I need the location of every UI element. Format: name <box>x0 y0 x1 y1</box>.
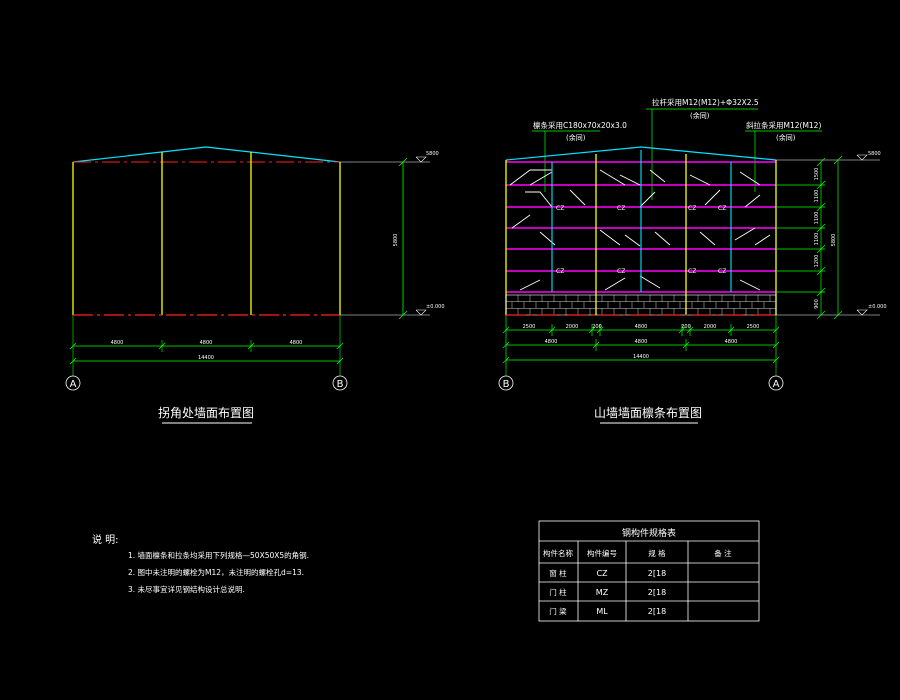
vdim-6: 900 <box>814 299 820 309</box>
vdim-1: 1500 <box>814 168 820 181</box>
left-total: 14400 <box>198 355 214 361</box>
left-elev-top-text: 5800 <box>426 151 439 157</box>
left-elev-bottom-text: ±0.000 <box>426 304 445 310</box>
top-dim-7: 2500 <box>747 324 760 330</box>
left-span-3: 4800 <box>290 340 303 346</box>
callout-1-text: 檩条采用C180x70x20x3.0 <box>533 120 627 130</box>
left-axis-right-text: B <box>337 379 344 390</box>
table-r2-c3: 2[18 <box>648 588 666 597</box>
vdim-2: 1100 <box>814 190 820 203</box>
table-r1-c2: CZ <box>596 569 608 578</box>
top-dim-2: 2000 <box>566 324 579 330</box>
table-title: 钢构件规格表 <box>622 527 676 539</box>
cz-label-1: CZ <box>556 205 564 212</box>
callout-2-text: 拉杆采用M12(M12)+Φ32X2.5 <box>652 97 759 107</box>
vdim-4: 1100 <box>814 233 820 246</box>
vdim-5: 1200 <box>814 255 820 268</box>
callout-3-text: 斜拉条采用M12(M12) <box>746 120 821 130</box>
top-dim-6: 2000 <box>704 324 717 330</box>
top-dim-3: 200 <box>592 324 602 330</box>
background <box>0 0 900 700</box>
callout-3-sub: (余同) <box>776 133 796 142</box>
table-r2-c2: MZ <box>596 588 609 597</box>
table-header-1: 构件名称 <box>543 548 573 558</box>
right-span-2: 4800 <box>635 339 648 345</box>
left-height-text: 5800 <box>393 234 399 247</box>
left-span-1: 4800 <box>111 340 124 346</box>
table-header-3: 规 格 <box>648 548 666 558</box>
right-axis-right-text: A <box>773 379 780 390</box>
vdim-3: 1100 <box>814 212 820 225</box>
cz-label-7: CZ <box>688 268 696 275</box>
left-span-2: 4800 <box>200 340 213 346</box>
table-r3-c3: 2[18 <box>648 607 666 616</box>
right-axis-left-text: B <box>503 379 510 390</box>
top-dim-5: 200 <box>681 324 691 330</box>
left-axis-left-text: A <box>70 379 77 390</box>
table-r3-c2: ML <box>596 607 608 616</box>
right-span-3: 4800 <box>725 339 738 345</box>
cz-label-6: CZ <box>617 268 625 275</box>
cad-drawing: 5800 5800 ±0.000 4800 4800 4800 14400 A … <box>0 0 900 700</box>
table-r1-c3: 2[18 <box>648 569 666 578</box>
top-dim-1: 2500 <box>523 324 536 330</box>
cz-label-5: CZ <box>556 268 564 275</box>
note-2: 2. 图中未注明的螺栓为M12，未注明的螺栓孔d=13. <box>128 567 304 577</box>
table-r3-c1: 门 梁 <box>549 607 567 616</box>
callout-1-sub: (余同) <box>566 133 586 142</box>
right-total: 14400 <box>633 354 649 360</box>
right-span-1: 4800 <box>545 339 558 345</box>
right-view-title: 山墙墙面檩条布置图 <box>594 405 702 420</box>
table-header-4: 备 注 <box>714 548 732 558</box>
cz-label-4: CZ <box>718 205 726 212</box>
cz-label-2: CZ <box>617 205 625 212</box>
table-header-2: 构件编号 <box>587 548 617 558</box>
cz-label-3: CZ <box>688 205 696 212</box>
left-view-title: 拐角处墙面布置图 <box>158 405 254 420</box>
notes-title: 说 明: <box>92 533 119 546</box>
note-1: 1. 墙面檩条和拉条均采用下列规格—50X50X5的角钢. <box>128 550 309 560</box>
right-elev-top-text: 5800 <box>868 151 881 157</box>
right-elev-bottom-text: ±0.000 <box>868 304 887 310</box>
cz-label-8: CZ <box>718 268 726 275</box>
top-dim-4: 4800 <box>635 324 648 330</box>
table-r2-c1: 门 柱 <box>549 587 567 597</box>
note-3: 3. 未尽事宜详见钢结构设计总说明. <box>128 584 245 594</box>
callout-2-sub: (余同) <box>690 111 710 120</box>
table-r1-c1: 窗 柱 <box>549 568 567 578</box>
right-height-text: 5800 <box>831 234 837 247</box>
